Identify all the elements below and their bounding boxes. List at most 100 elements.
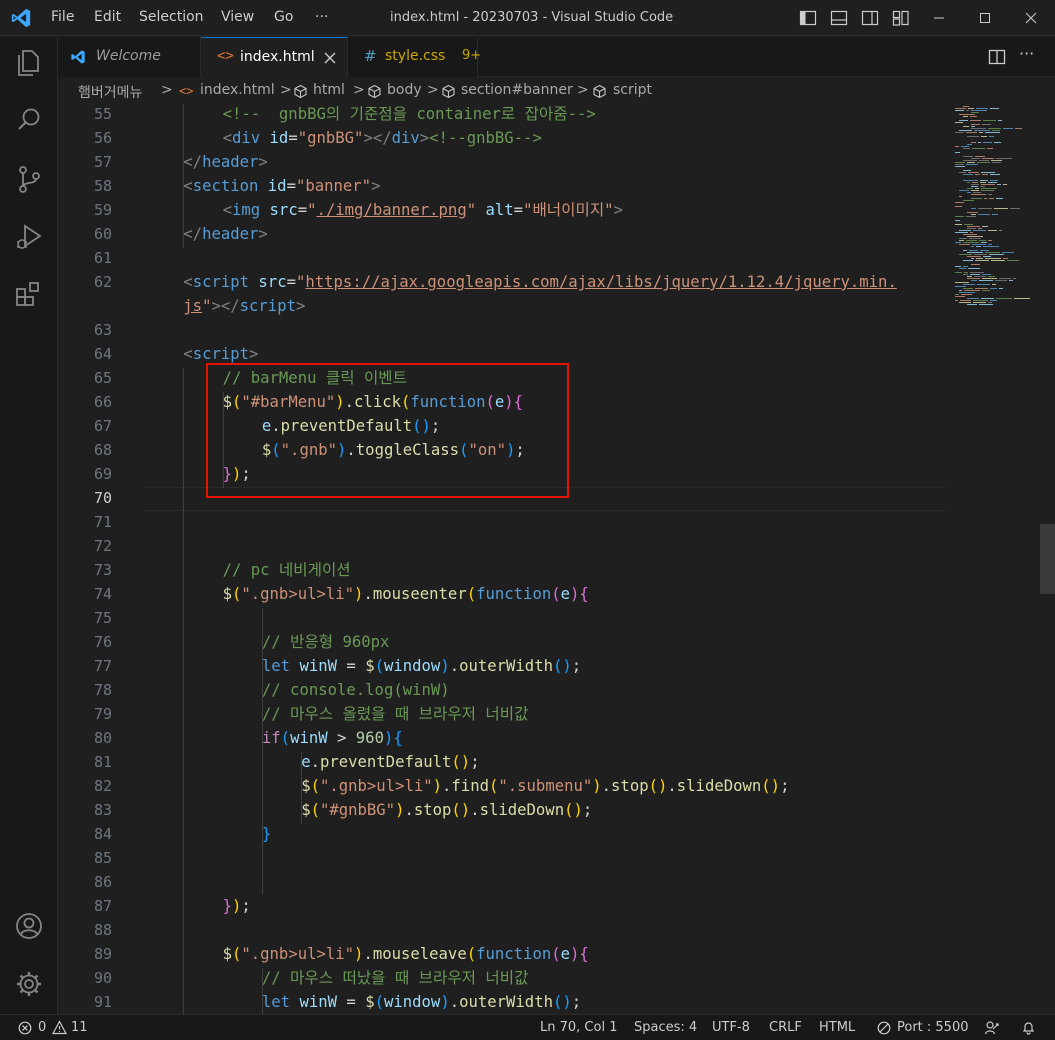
code-token: ".submenu" <box>498 777 593 795</box>
line-number: 78 <box>93 681 112 699</box>
run-and-debug-icon[interactable] <box>12 220 46 254</box>
code-token: ./img/banner.png <box>316 201 467 219</box>
accounts-icon[interactable] <box>12 909 46 943</box>
explorer-icon[interactable] <box>12 45 46 79</box>
extensions-icon[interactable] <box>12 278 46 312</box>
encoding[interactable]: UTF-8 <box>712 1020 750 1035</box>
code-token: // pc 네비게이션 <box>222 561 351 579</box>
maximize-icon[interactable] <box>973 6 997 30</box>
code-token: header <box>202 153 259 171</box>
code-line: </header> <box>183 150 268 174</box>
cursor-position[interactable]: Ln 70, Col 1 <box>540 1020 617 1035</box>
menu-file[interactable]: File <box>51 9 74 25</box>
code-token: ".gnb>ul>li" <box>241 585 355 603</box>
code-line: // console.log(winW) <box>262 678 450 702</box>
minimap-line <box>967 188 973 189</box>
code-token: ) <box>592 777 602 795</box>
menu-view[interactable]: View <box>221 9 254 25</box>
menu-edit[interactable]: Edit <box>94 9 121 25</box>
breadcrumb-folder[interactable]: 햄버거메뉴 <box>78 82 142 102</box>
code-token: </ <box>183 153 203 171</box>
vertical-scrollbar[interactable] <box>1040 104 1055 1014</box>
code-editor[interactable]: 55 <!-- gnbBG의 기준점을 container로 잡아줌--> 56 <d… <box>58 104 1055 1014</box>
tab-index-html[interactable]: <> index.html <box>201 37 348 77</box>
breadcrumb-body[interactable]: body <box>387 82 422 98</box>
code-token: ( <box>551 585 561 603</box>
breadcrumb-section[interactable]: section#banner <box>461 82 573 98</box>
more-actions-icon[interactable]: ··· <box>1019 44 1034 63</box>
error-count[interactable]: 0 <box>38 1020 46 1035</box>
code-token: div <box>231 129 261 147</box>
code-token: </ <box>183 225 203 243</box>
breadcrumb-html[interactable]: html <box>313 82 345 98</box>
source-control-icon[interactable] <box>12 162 46 196</box>
tab-style-css[interactable]: # style.css 9+ <box>348 37 481 77</box>
code-token: id <box>269 129 289 147</box>
code-token: > <box>258 153 268 171</box>
close-tab-icon[interactable] <box>323 51 337 65</box>
code-token: " <box>295 273 306 291</box>
code-token: ( <box>466 585 477 603</box>
minimap-line <box>979 240 986 241</box>
indentation[interactable]: Spaces: 4 <box>634 1020 697 1035</box>
code-token: ) <box>231 897 242 915</box>
accounts-feedback-icon[interactable] <box>984 1020 1000 1036</box>
breadcrumb-file[interactable]: index.html <box>200 82 275 98</box>
menu-more[interactable]: ··· <box>315 9 328 25</box>
minimap-line <box>963 116 968 117</box>
scrollbar-thumb[interactable] <box>1040 524 1055 594</box>
customize-layout-icon[interactable] <box>892 9 910 27</box>
minimap[interactable] <box>947 104 1037 1014</box>
menu-selection[interactable]: Selection <box>139 9 204 25</box>
minimap-line <box>989 136 994 137</box>
code-token: ; <box>470 753 480 771</box>
title-bar: File Edit Selection View Go ··· index.ht… <box>0 0 1055 36</box>
minimap-line <box>963 200 974 201</box>
minimap-line <box>971 186 978 187</box>
error-icon[interactable] <box>18 1021 32 1035</box>
split-editor-icon[interactable] <box>987 47 1007 67</box>
search-icon[interactable] <box>12 103 46 137</box>
tab-welcome[interactable]: Welcome <box>58 37 201 77</box>
minimap-line <box>967 304 977 305</box>
port-icon[interactable] <box>877 1021 891 1035</box>
code-token: $ <box>222 585 232 603</box>
minimap-line <box>955 146 959 147</box>
code-token: () <box>552 657 572 675</box>
minimap-line <box>967 162 975 163</box>
toggle-primary-sidebar-icon[interactable] <box>799 9 817 27</box>
minimap-line <box>967 298 979 299</box>
minimap-line <box>979 132 983 133</box>
minimap-line <box>959 238 967 239</box>
line-number: 90 <box>93 969 112 987</box>
warning-count[interactable]: 11 <box>71 1020 88 1035</box>
code-token: src <box>269 201 298 219</box>
language-mode[interactable]: HTML <box>819 1020 855 1035</box>
end-of-line[interactable]: CRLF <box>769 1020 802 1035</box>
line-number: 76 <box>93 633 112 651</box>
minimap-line <box>981 190 994 191</box>
menu-go[interactable]: Go <box>274 9 293 25</box>
code-line: // pc 네비게이션 <box>223 558 351 582</box>
line-number: 85 <box>93 849 112 867</box>
manage-gear-icon[interactable] <box>12 967 46 1001</box>
line-number: 74 <box>93 585 112 603</box>
breadcrumb-script[interactable]: script <box>613 82 652 98</box>
live-server-port[interactable]: Port : 5500 <box>897 1020 969 1035</box>
notifications-bell-icon[interactable] <box>1021 1020 1036 1035</box>
minimap-line <box>969 250 978 251</box>
minimap-line <box>959 114 975 115</box>
code-token: < <box>222 129 232 147</box>
code-line: }); <box>223 894 251 918</box>
code-token: > <box>258 225 268 243</box>
minimap-line <box>1015 128 1022 129</box>
toggle-secondary-sidebar-icon[interactable] <box>861 9 879 27</box>
warning-icon[interactable] <box>52 1020 67 1035</box>
minimize-icon[interactable] <box>927 6 951 30</box>
code-token: 960 <box>355 729 384 747</box>
code-token: slideDown <box>479 801 565 819</box>
minimap-line <box>996 158 1012 159</box>
toggle-panel-icon[interactable] <box>830 9 848 27</box>
minimap-line <box>971 124 980 125</box>
close-window-icon[interactable] <box>1019 6 1043 30</box>
